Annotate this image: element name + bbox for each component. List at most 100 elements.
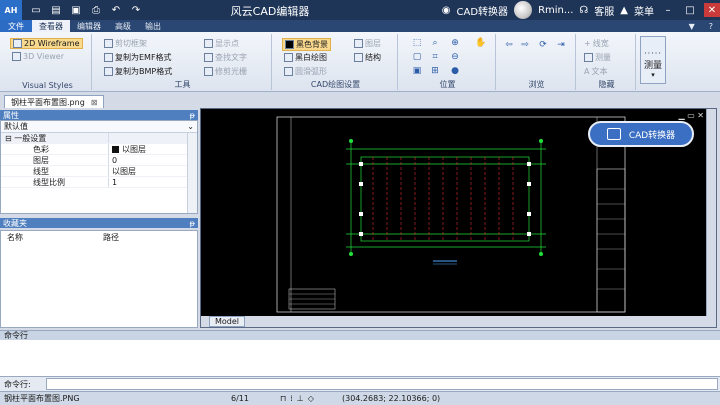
undo-icon[interactable]: ↶ xyxy=(110,4,122,16)
drawing-vertical-scrollbar[interactable] xyxy=(706,109,716,316)
copy-bmp-button[interactable]: 复制为BMP格式 xyxy=(104,66,172,77)
avatar[interactable] xyxy=(514,1,533,19)
property-row[interactable]: ⊟ 一般设置 xyxy=(1,133,197,144)
drawing-canvas[interactable]: ▁ ▭ ✕ CAD转换器 Model xyxy=(200,108,717,328)
ortho-icon[interactable]: ⊥ xyxy=(297,394,304,403)
snap-icon[interactable]: ⊓ xyxy=(280,394,286,403)
tab-output[interactable]: 输出 xyxy=(138,20,168,32)
2d-wireframe-button[interactable]: 2D Wireframe xyxy=(10,38,83,49)
plus-icon: + xyxy=(584,39,591,48)
tab-editor[interactable]: 编辑器 xyxy=(70,20,108,32)
tab-advanced[interactable]: 高级 xyxy=(108,20,138,32)
zoom-fit-icon[interactable]: ⌗ xyxy=(430,52,440,62)
bw-drawing-button[interactable]: 黑白绘图 xyxy=(284,52,327,63)
black-bg-icon xyxy=(285,40,294,49)
save-icon[interactable]: ▣ xyxy=(70,4,82,16)
zoom-in-icon[interactable]: ⊕ xyxy=(450,38,460,48)
title-bar: AH ▭ ▤ ▣ ⎙ ↶ ↷ 风云CAD编辑器 ◉ CAD转换器 Rmin...… xyxy=(0,0,720,20)
properties-header: 属性 ᵽ xyxy=(0,110,198,120)
app-logo-icon[interactable]: AH xyxy=(0,0,22,20)
ribbon-tabs: 文件 查看器 编辑器 高级 输出 ▼ ? xyxy=(0,20,720,32)
text-toggle-button[interactable]: A 文本 xyxy=(584,66,607,77)
group-cad-settings: 黑色背景 黑白绘图 圆滑弧形 图层 结构 CAD绘图设置 xyxy=(274,34,398,90)
zoom-search-icon[interactable]: ⌕ xyxy=(430,38,440,48)
arrow-right-icon[interactable]: ⇨ xyxy=(520,40,530,50)
zoom-real-icon[interactable]: ⊞ xyxy=(430,66,440,76)
bw-icon xyxy=(284,53,293,62)
minimize-button[interactable]: – xyxy=(660,3,676,17)
trim-raster-button[interactable]: 修剪光栅 xyxy=(204,66,247,77)
group-hide: + 线宽 测量 A 文本 隐藏 xyxy=(578,34,636,90)
find-text-button[interactable]: 查找文字 xyxy=(204,52,247,63)
headset-icon[interactable]: ☊ xyxy=(579,5,588,16)
grid-icon[interactable]: ⁞ xyxy=(290,394,293,403)
measure-dots-icon: ····· xyxy=(644,49,662,58)
properties-scrollbar[interactable] xyxy=(187,133,197,213)
tab-viewer[interactable]: 查看器 xyxy=(32,20,70,32)
open-folder-icon[interactable]: ▤ xyxy=(50,4,62,16)
raster-icon xyxy=(204,67,213,76)
user-name[interactable]: Rmin... xyxy=(538,5,573,16)
layers-icon xyxy=(354,39,363,48)
zoom-extents-icon[interactable]: ▢ xyxy=(412,52,422,62)
refresh-icon[interactable]: ⟳ xyxy=(538,40,548,50)
point-icon xyxy=(204,39,213,48)
tab-model[interactable]: Model xyxy=(209,316,246,327)
drawing-window-controls[interactable]: ▁ ▭ ✕ xyxy=(679,111,705,120)
pan-hand-icon[interactable]: ✋ xyxy=(475,38,486,48)
arrow-left-icon[interactable]: ⇦ xyxy=(504,40,514,50)
show-points-button[interactable]: 显示点 xyxy=(204,38,239,49)
pin-icon[interactable]: ᵽ xyxy=(190,219,195,228)
property-row[interactable]: 图层 0 xyxy=(1,155,197,166)
zoom-out-icon[interactable]: ⊖ xyxy=(450,52,460,62)
cad-converter-link[interactable]: CAD转换器 xyxy=(457,3,509,18)
next-page-icon[interactable]: ⇥ xyxy=(556,40,566,50)
print-icon[interactable]: ⎙ xyxy=(90,4,102,16)
cube-icon xyxy=(12,52,21,61)
line-width-button[interactable]: + 线宽 xyxy=(584,38,609,49)
document-tab[interactable]: 钢柱平面布置图.png ⊠ xyxy=(4,95,105,108)
crop-icon xyxy=(104,39,113,48)
column-name[interactable]: 名称 xyxy=(1,232,97,243)
collapse-icon[interactable]: ⊟ xyxy=(5,134,12,143)
column-path[interactable]: 路径 xyxy=(97,232,119,243)
redo-icon[interactable]: ↷ xyxy=(130,4,142,16)
tab-file[interactable]: 文件 xyxy=(0,20,32,32)
cad-converter-button[interactable]: CAD转换器 xyxy=(588,121,694,147)
measure-big-button[interactable]: ····· 测量 ▾ xyxy=(640,36,666,84)
measure-toggle-button[interactable]: 测量 xyxy=(584,52,611,63)
menu-link[interactable]: 菜单 xyxy=(634,3,654,18)
shirt-icon[interactable]: ▲ xyxy=(620,5,628,16)
structure-icon xyxy=(354,53,363,62)
maximize-button[interactable]: □ xyxy=(682,3,698,17)
smooth-arc-button[interactable]: 圆滑弧形 xyxy=(284,66,327,77)
new-file-icon[interactable]: ▭ xyxy=(30,4,42,16)
converter-toggle-icon[interactable]: ◉ xyxy=(442,5,451,16)
help-icon[interactable]: ? xyxy=(702,20,720,32)
properties-combo[interactable]: 默认值 ⌄ xyxy=(1,121,197,133)
ribbon: 2D Wireframe 3D Viewer Visual Styles 剪切框… xyxy=(0,32,720,92)
color-swatch xyxy=(112,145,119,153)
ribbon-options-icon[interactable]: ▼ xyxy=(682,20,702,32)
close-button[interactable]: ✕ xyxy=(704,3,720,17)
zoom-previous-icon[interactable]: ▣ xyxy=(412,66,422,76)
close-tab-icon[interactable]: ⊠ xyxy=(91,98,98,107)
clip-frame-button[interactable]: 剪切框架 xyxy=(104,38,147,49)
property-row[interactable]: 线型比例 1 xyxy=(1,177,197,188)
pin-icon[interactable]: ᵽ xyxy=(190,111,195,120)
command-input[interactable] xyxy=(46,378,718,390)
copy-emf-button[interactable]: 复制为EMF格式 xyxy=(104,52,172,63)
drawing-horizontal-scrollbar[interactable]: Model xyxy=(201,316,716,327)
black-background-button[interactable]: 黑色背景 xyxy=(282,38,331,51)
polar-icon[interactable]: ◇ xyxy=(308,394,314,403)
3d-viewer-button[interactable]: 3D Viewer xyxy=(12,52,64,61)
color-icon[interactable]: ● xyxy=(450,66,460,76)
status-coordinates: (304.2683; 22.10366; 0) xyxy=(342,394,441,403)
service-link[interactable]: 客服 xyxy=(594,3,614,18)
layers-button[interactable]: 图层 xyxy=(354,38,381,49)
zoom-window-icon[interactable]: ⬚ xyxy=(412,38,422,48)
property-row[interactable]: 线型 以图层 xyxy=(1,166,197,177)
favorites-columns: 名称 路径 xyxy=(1,231,197,243)
property-row[interactable]: 色彩 以图层 xyxy=(1,144,197,155)
structure-button[interactable]: 结构 xyxy=(354,52,381,63)
